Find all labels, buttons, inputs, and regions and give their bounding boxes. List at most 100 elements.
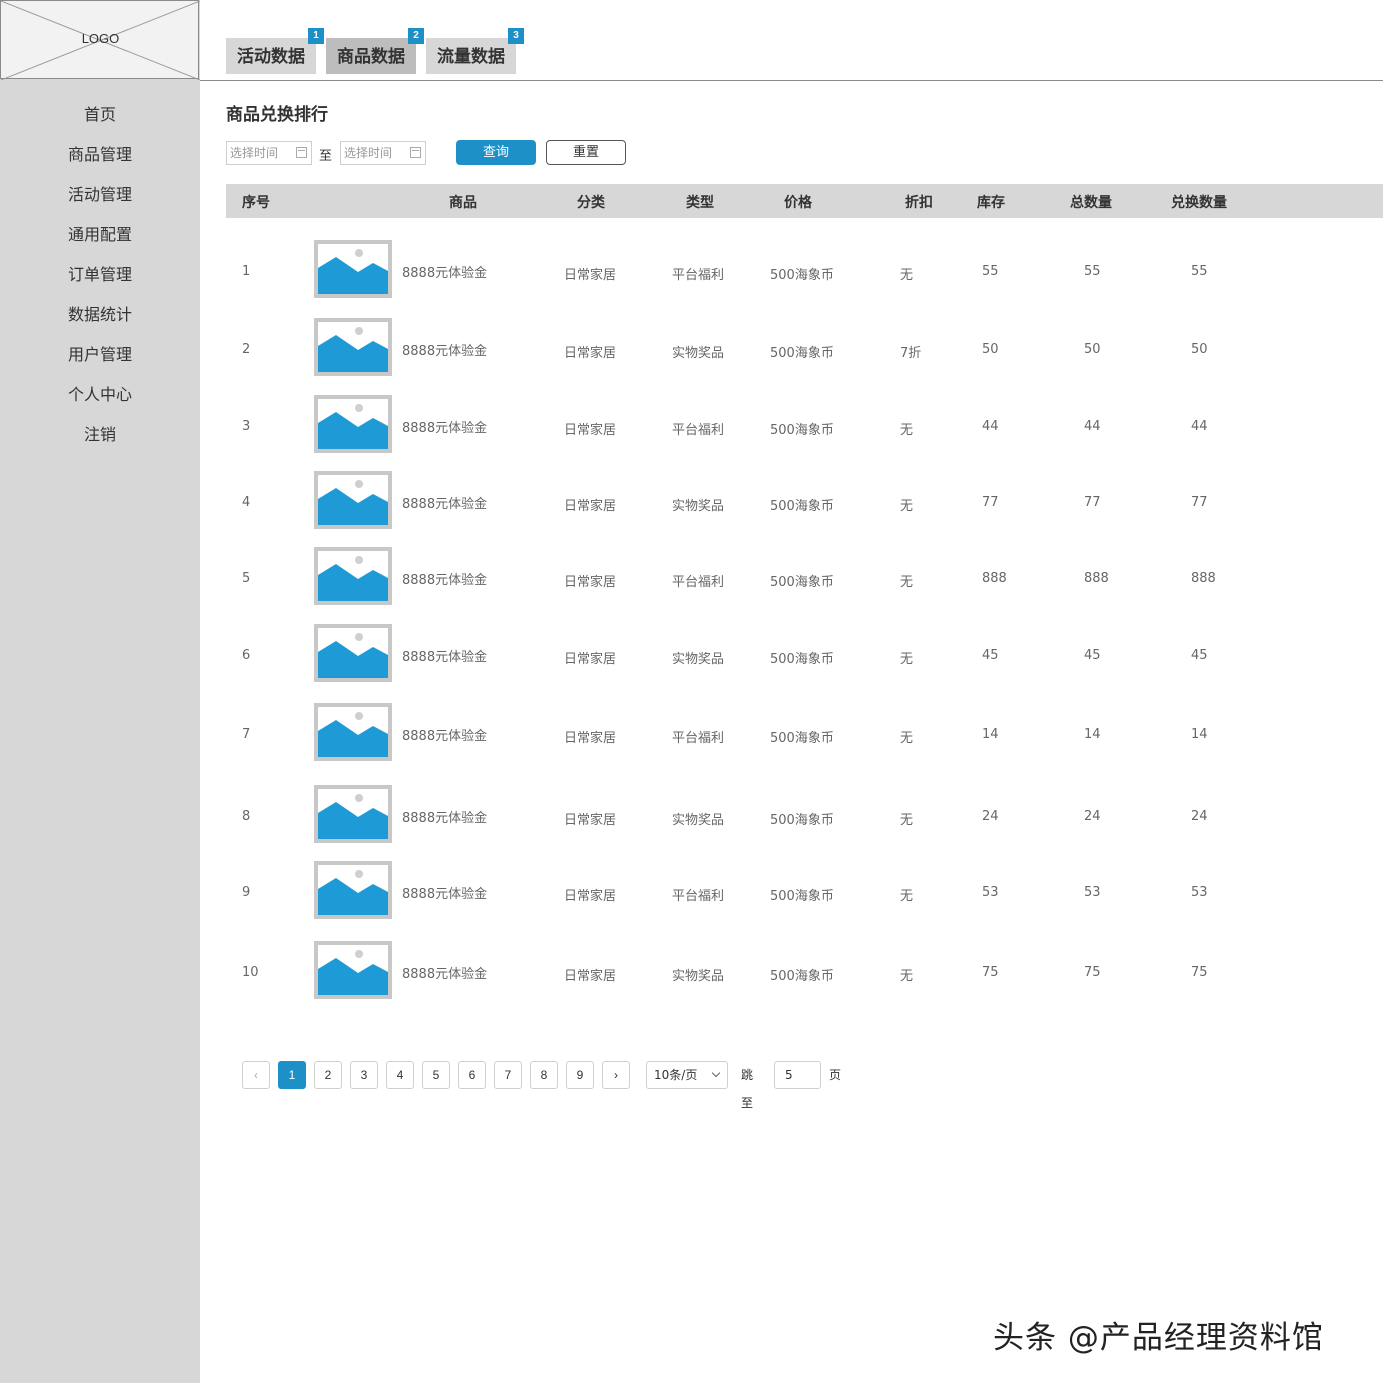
sidebar-item-statistics[interactable]: 数据统计 (0, 300, 200, 340)
cell-category: 日常家居 (564, 575, 617, 590)
page-unit-label: 页 (829, 1068, 842, 1082)
header-total: 总数量 (1070, 195, 1112, 211)
cell-category: 日常家居 (564, 889, 617, 904)
cell-discount: 无 (900, 268, 914, 283)
cell-category: 日常家居 (564, 652, 617, 667)
image-placeholder-icon (318, 789, 388, 839)
tab-label: 流量数据 (437, 47, 505, 67)
next-page-icon[interactable]: › (602, 1061, 630, 1089)
tab-activity-data[interactable]: 活动数据 1 (226, 28, 324, 74)
image-icon (318, 249, 388, 294)
image-placeholder-icon (318, 628, 388, 678)
page-4[interactable]: 4 (386, 1061, 414, 1089)
table-row: 3 8888元体验金 日常家居 平台福利 500海象币 无 44 44 44 (226, 395, 1383, 455)
cell-product-name: 8888元体验金 (402, 421, 488, 436)
header-stock: 库存 (977, 195, 1005, 211)
cell-exchanged: 75 (1191, 965, 1208, 980)
page-7[interactable]: 7 (494, 1061, 522, 1089)
cell-product-name: 8888元体验金 (402, 887, 488, 902)
sidebar-item-users[interactable]: 用户管理 (0, 340, 200, 380)
cell-price: 500海象币 (770, 575, 834, 590)
logo[interactable]: LOGO (0, 0, 200, 80)
page-8[interactable]: 8 (530, 1061, 558, 1089)
header-price: 价格 (784, 195, 812, 211)
page-size-select[interactable]: 10条/页 (646, 1061, 728, 1089)
cell-total: 75 (1084, 965, 1101, 980)
page-5[interactable]: 5 (422, 1061, 450, 1089)
jump-page-input[interactable]: 5 (774, 1061, 821, 1089)
product-image (314, 785, 392, 843)
cell-price: 500海象币 (770, 423, 834, 438)
header-category: 分类 (577, 195, 605, 211)
cell-category: 日常家居 (564, 499, 617, 514)
date-separator: 至 (319, 149, 333, 164)
query-button[interactable]: 查询 (456, 140, 536, 165)
page-1[interactable]: 1 (278, 1061, 306, 1089)
cell-price: 500海象币 (770, 499, 834, 514)
cell-price: 500海象币 (770, 813, 834, 828)
cell-index: 7 (242, 727, 251, 742)
cell-stock: 55 (982, 264, 999, 279)
cell-category: 日常家居 (564, 268, 617, 283)
logo-text: LOGO (81, 31, 120, 46)
end-date-input[interactable]: 选择时间 (340, 141, 426, 165)
cell-category: 日常家居 (564, 346, 617, 361)
image-icon (318, 404, 388, 449)
sidebar-item-logout[interactable]: 注销 (0, 420, 200, 460)
table-row: 8 8888元体验金 日常家居 实物奖品 500海象币 无 24 24 24 (226, 785, 1383, 845)
product-image (314, 624, 392, 682)
cell-discount: 无 (900, 889, 914, 904)
cell-product-name: 8888元体验金 (402, 344, 488, 359)
image-icon (318, 556, 388, 601)
header-divider (200, 80, 1383, 81)
jump-label: 跳至 (741, 1068, 754, 1110)
cell-type: 平台福利 (672, 731, 725, 746)
sidebar-item-orders[interactable]: 订单管理 (0, 260, 200, 300)
cell-product-name: 8888元体验金 (402, 266, 488, 281)
cell-total: 24 (1084, 809, 1101, 824)
cell-total: 50 (1084, 342, 1101, 357)
sidebar: LOGO 首页 商品管理 活动管理 通用配置 订单管理 数据统计 用户管理 个人… (0, 0, 200, 1383)
page-6[interactable]: 6 (458, 1061, 486, 1089)
cell-type: 实物奖品 (672, 652, 725, 667)
cell-type: 实物奖品 (672, 346, 725, 361)
cell-index: 9 (242, 885, 251, 900)
image-placeholder-icon (318, 945, 388, 995)
product-image (314, 395, 392, 453)
page-3[interactable]: 3 (350, 1061, 378, 1089)
cell-total: 53 (1084, 885, 1101, 900)
cell-category: 日常家居 (564, 969, 617, 984)
page-9[interactable]: 9 (566, 1061, 594, 1089)
sidebar-menu: 首页 商品管理 活动管理 通用配置 订单管理 数据统计 用户管理 个人中心 注销 (0, 100, 200, 460)
tab-traffic-data[interactable]: 流量数据 3 (426, 28, 524, 74)
sidebar-item-activities[interactable]: 活动管理 (0, 180, 200, 220)
image-icon (318, 794, 388, 839)
cell-stock: 44 (982, 419, 999, 434)
product-image (314, 703, 392, 761)
sidebar-item-config[interactable]: 通用配置 (0, 220, 200, 260)
prev-page-icon[interactable]: ‹ (242, 1061, 270, 1089)
cell-product-name: 8888元体验金 (402, 811, 488, 826)
tab-label: 活动数据 (237, 47, 305, 67)
image-icon (318, 950, 388, 995)
cell-product-name: 8888元体验金 (402, 967, 488, 982)
cell-category: 日常家居 (564, 813, 617, 828)
cell-price: 500海象币 (770, 268, 834, 283)
tab-product-data[interactable]: 商品数据 2 (326, 28, 424, 74)
cell-type: 平台福利 (672, 423, 725, 438)
start-date-input[interactable]: 选择时间 (226, 141, 312, 165)
sidebar-item-products[interactable]: 商品管理 (0, 140, 200, 180)
sidebar-item-profile[interactable]: 个人中心 (0, 380, 200, 420)
cell-exchanged: 24 (1191, 809, 1208, 824)
table-row: 6 8888元体验金 日常家居 实物奖品 500海象币 无 45 45 45 (226, 624, 1383, 684)
cell-index: 8 (242, 809, 251, 824)
cell-product-name: 8888元体验金 (402, 729, 488, 744)
page-2[interactable]: 2 (314, 1061, 342, 1089)
cell-exchanged: 50 (1191, 342, 1208, 357)
cell-total: 45 (1084, 648, 1101, 663)
cell-category: 日常家居 (564, 731, 617, 746)
reset-button[interactable]: 重置 (546, 140, 626, 165)
sidebar-item-home[interactable]: 首页 (0, 100, 200, 140)
product-image (314, 318, 392, 376)
cell-discount: 7折 (900, 346, 922, 361)
